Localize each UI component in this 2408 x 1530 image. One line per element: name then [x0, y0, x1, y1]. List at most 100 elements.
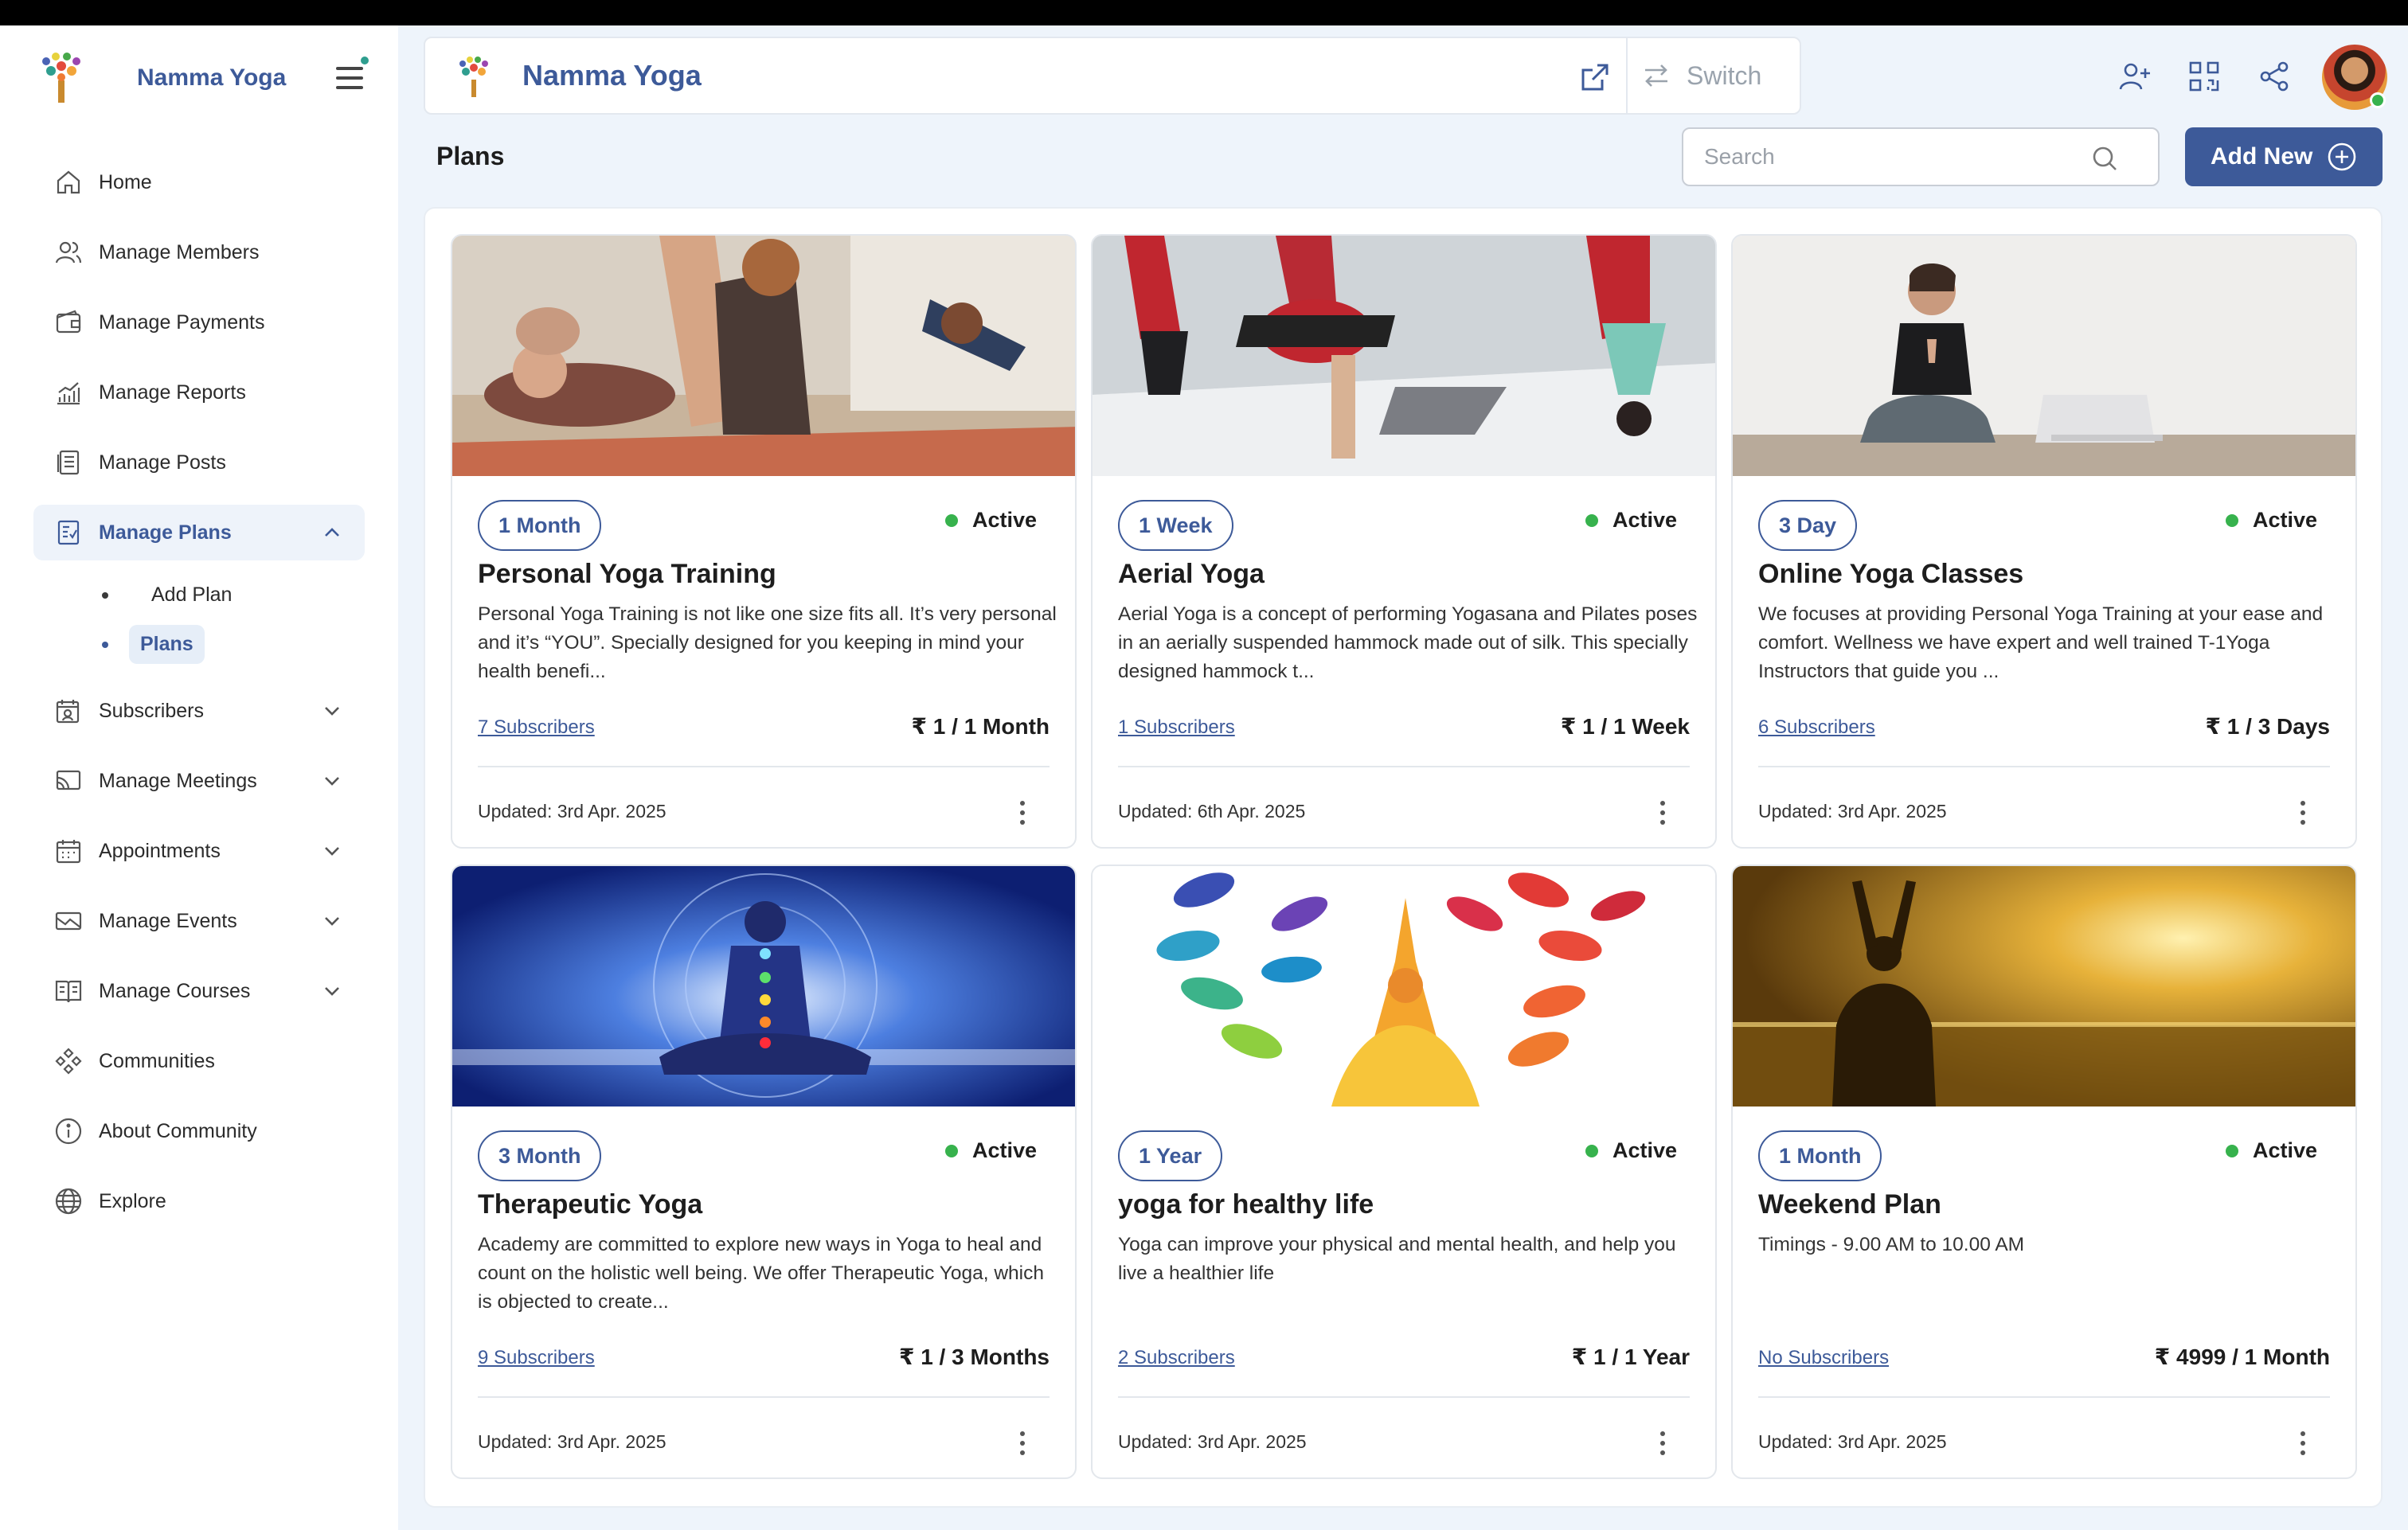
page-title: Plans — [436, 142, 505, 170]
plan-card[interactable]: 1 Week Active Aerial Yoga Aerial Yoga is… — [1091, 234, 1717, 849]
subscribers-link[interactable]: 2 Subscribers — [1118, 1347, 1235, 1369]
submenu-item-plans[interactable]: Plans — [33, 619, 365, 669]
more-options-icon[interactable] — [1658, 1430, 1667, 1457]
plan-title: yoga for healthy life — [1118, 1189, 1374, 1220]
chakra-meditation-image — [452, 866, 1075, 1107]
sidebar-item-manage-meetings[interactable]: Manage Meetings — [33, 753, 365, 809]
card-divider — [478, 1396, 1050, 1398]
plan-description: Yoga can improve your physical and menta… — [1118, 1234, 1676, 1284]
sidebar-item-manage-payments[interactable]: Manage Payments — [33, 295, 365, 350]
plan-description: Academy are committed to explore new way… — [478, 1234, 1044, 1313]
sidebar-item-label: Manage Courses — [99, 979, 251, 1002]
sidebar-item-subscribers[interactable]: Subscribers — [33, 683, 365, 739]
plan-description: Aerial Yoga is a concept of performing Y… — [1118, 603, 1698, 682]
plans-icon — [53, 517, 84, 548]
chevron-down-icon[interactable] — [320, 909, 344, 933]
plan-card[interactable]: 3 Day Active Online Yoga Classes We focu… — [1731, 234, 2357, 849]
globe-icon — [53, 1185, 84, 1217]
subscribers-link[interactable]: 6 Subscribers — [1758, 716, 1875, 739]
plan-description: We focuses at providing Personal Yoga Tr… — [1758, 603, 2324, 682]
menu-toggle-icon[interactable] — [334, 56, 369, 97]
app-root: Namma Yoga Home Manage Members Manage Pa… — [0, 25, 2408, 1530]
chevron-down-icon[interactable] — [320, 769, 344, 793]
plus-circle-icon — [2328, 142, 2356, 171]
status-label: Active — [2252, 508, 2317, 532]
sidebar-item-home[interactable]: Home — [33, 154, 365, 210]
subscribers-link[interactable]: 1 Subscribers — [1118, 716, 1235, 739]
sidebar-item-manage-courses[interactable]: Manage Courses — [33, 963, 365, 1019]
search-icon[interactable] — [2091, 145, 2118, 172]
sidebar: Namma Yoga Home Manage Members Manage Pa… — [0, 25, 398, 1530]
updated-date: Updated: 3rd Apr. 2025 — [478, 801, 666, 822]
sidebar-item-appointments[interactable]: Appointments — [33, 823, 365, 879]
duration-badge: 3 Day — [1758, 500, 1858, 551]
status-indicator: Active — [1585, 1138, 1677, 1163]
sidebar-item-communities[interactable]: Communities — [33, 1033, 365, 1089]
card-divider — [1118, 1396, 1690, 1398]
sidebar-item-label: Manage Events — [99, 909, 237, 932]
switch-button[interactable]: Switch — [1626, 38, 1803, 113]
add-new-button[interactable]: Add New — [2185, 127, 2383, 186]
plan-image — [1093, 866, 1715, 1107]
subscribers-link[interactable]: 9 Subscribers — [478, 1347, 595, 1369]
status-label: Active — [2252, 1138, 2317, 1162]
calendar-icon — [53, 835, 84, 867]
plan-description: Timings - 9.00 AM to 10.00 AM — [1758, 1234, 2025, 1255]
plan-card[interactable]: 3 Month Active Therapeutic Yoga Academy … — [451, 865, 1077, 1479]
communities-icon — [53, 1045, 84, 1077]
plan-card[interactable]: 1 Month Active Weekend Plan Timings - 9.… — [1731, 865, 2357, 1479]
plan-image — [1733, 866, 2355, 1107]
qr-code-icon[interactable] — [2185, 57, 2223, 96]
status-dot — [1585, 1144, 1598, 1157]
subscribers-link[interactable]: No Subscribers — [1758, 1347, 1889, 1369]
sidebar-item-manage-events[interactable]: Manage Events — [33, 893, 365, 949]
plan-price: ₹ 1 / 3 Months — [898, 1345, 1050, 1369]
add-user-icon[interactable] — [2115, 57, 2153, 96]
home-icon — [53, 166, 84, 198]
duration-badge: 1 Week — [1118, 500, 1233, 551]
subscribers-link[interactable]: 7 Subscribers — [478, 716, 595, 739]
status-indicator: Active — [1585, 508, 1677, 533]
sidebar-item-explore[interactable]: Explore — [33, 1173, 365, 1229]
switch-label: Switch — [1687, 60, 1762, 90]
search-input[interactable] — [1704, 140, 2086, 174]
submenu-item-add-plan[interactable]: Add Plan — [33, 570, 365, 619]
more-options-icon[interactable] — [1018, 1430, 1027, 1457]
sidebar-item-manage-plans[interactable]: Manage Plans — [33, 505, 365, 560]
plan-card[interactable]: 1 Year Active yoga for healthy life Yoga… — [1091, 865, 1717, 1479]
sidebar-item-label: Manage Posts — [99, 451, 226, 474]
status-dot — [1585, 513, 1598, 527]
colorful-tree-yoga-image — [1093, 866, 1715, 1107]
plan-card[interactable]: 1 Month Active Personal Yoga Training Pe… — [451, 234, 1077, 849]
sidebar-item-label: Subscribers — [99, 699, 204, 722]
sidebar-item-manage-members[interactable]: Manage Members — [33, 224, 365, 280]
members-icon — [53, 236, 84, 268]
tree-logo-icon — [42, 53, 80, 103]
chevron-down-icon[interactable] — [320, 699, 344, 723]
more-options-icon[interactable] — [2298, 799, 2308, 826]
external-link-icon[interactable] — [1578, 60, 1612, 94]
share-icon[interactable] — [2255, 57, 2293, 96]
status-label: Active — [971, 1138, 1037, 1162]
more-options-icon[interactable] — [1018, 799, 1027, 826]
plans-grid: 1 Month Active Personal Yoga Training Pe… — [424, 207, 2383, 1508]
more-options-icon[interactable] — [2298, 1430, 2308, 1457]
search-box — [1682, 127, 2160, 186]
plan-price: ₹ 1 / 1 Week — [1560, 714, 1690, 739]
status-indicator: Active — [2225, 508, 2317, 533]
chevron-up-icon[interactable] — [320, 521, 344, 544]
events-icon — [53, 905, 84, 937]
sidebar-item-label: Manage Meetings — [99, 769, 257, 792]
chevron-down-icon[interactable] — [320, 979, 344, 1003]
sidebar-item-manage-reports[interactable]: Manage Reports — [33, 365, 365, 420]
sidebar-item-label: Manage Payments — [99, 310, 265, 334]
card-divider — [1758, 766, 2330, 767]
chevron-down-icon[interactable] — [320, 839, 344, 863]
submenu-item-label: Add Plan — [151, 583, 233, 606]
sidebar-item-manage-posts[interactable]: Manage Posts — [33, 435, 365, 490]
more-options-icon[interactable] — [1658, 799, 1667, 826]
brand[interactable]: Namma Yoga — [35, 46, 369, 110]
sunset-yoga-photo — [1733, 866, 2355, 1107]
sidebar-item-about-community[interactable]: About Community — [33, 1103, 365, 1159]
submenu-item-label: Plans — [129, 624, 205, 664]
